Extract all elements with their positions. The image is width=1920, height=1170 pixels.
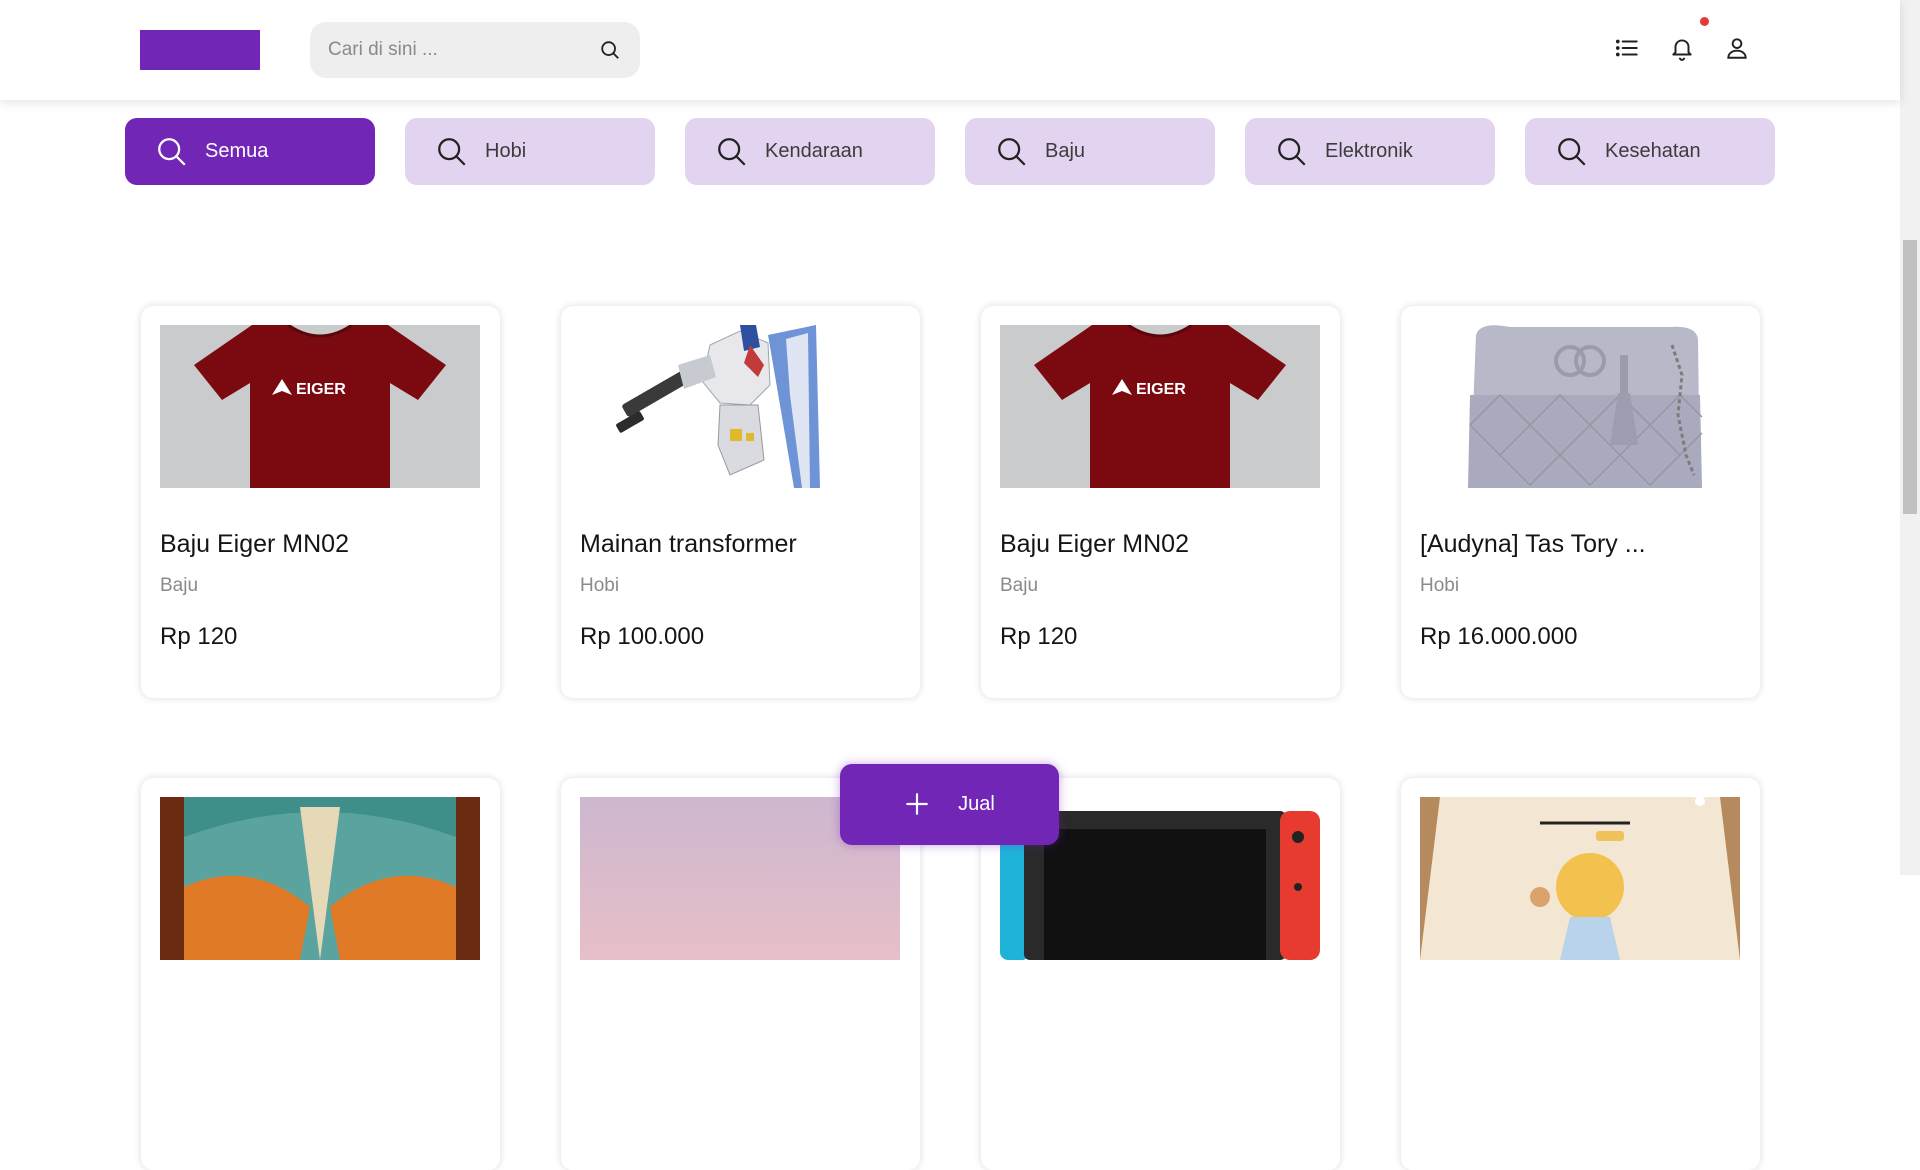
- product-price: Rp 100.000: [580, 623, 705, 650]
- product-name: Baju Eiger MN02: [160, 530, 349, 558]
- category-label: Kesehatan: [1605, 140, 1701, 162]
- category-label: Elektronik: [1325, 140, 1413, 162]
- category-filter-bar: Semua Hobi Kendaraan Baju Elektronik Kes…: [125, 118, 1775, 185]
- product-image-robot-figure: [580, 325, 900, 488]
- product-card[interactable]: [1401, 778, 1760, 1170]
- category-semua[interactable]: Semua: [125, 118, 375, 185]
- eiger-logo-text: EIGER: [1136, 381, 1186, 398]
- sell-button-label: Jual: [958, 793, 995, 815]
- product-name: Baju Eiger MN02: [1000, 530, 1189, 558]
- search-icon: [1555, 135, 1589, 169]
- search-icon: [155, 135, 189, 169]
- search-icon[interactable]: [598, 38, 622, 62]
- product-name: Mainan transformer: [580, 530, 797, 558]
- search-icon: [1275, 135, 1309, 169]
- product-image-red-tshirt: EIGER: [160, 325, 480, 488]
- category-label: Semua: [205, 140, 269, 162]
- bell-icon[interactable]: [1668, 34, 1696, 62]
- category-kendaraan[interactable]: Kendaraan: [685, 118, 935, 185]
- product-card[interactable]: Mainan transformer Hobi Rp 100.000: [561, 306, 920, 698]
- product-price: Rp 120: [160, 623, 238, 650]
- product-card[interactable]: EIGER Baju Eiger MN02 Baju Rp 120: [141, 306, 500, 698]
- product-image-grey-handbag: [1420, 325, 1740, 488]
- product-image-abstract-painting: [160, 797, 480, 960]
- list-icon[interactable]: [1613, 34, 1641, 62]
- user-icon[interactable]: [1723, 34, 1751, 62]
- scrollbar-thumb[interactable]: [1903, 240, 1917, 514]
- vertical-scrollbar[interactable]: [1900, 0, 1920, 875]
- product-category: Baju: [160, 575, 199, 596]
- search-bar[interactable]: [310, 22, 640, 78]
- category-label: Baju: [1045, 140, 1086, 162]
- product-name: [Audyna] Tas Tory ...: [1420, 530, 1646, 558]
- product-card[interactable]: [141, 778, 500, 1170]
- category-label: Kendaraan: [765, 140, 863, 162]
- notification-badge: [1700, 17, 1709, 26]
- search-input[interactable]: [328, 39, 598, 61]
- category-hobi[interactable]: Hobi: [405, 118, 655, 185]
- product-card[interactable]: [Audyna] Tas Tory ... Hobi Rp 16.000.000: [1401, 306, 1760, 698]
- product-image-red-tshirt: EIGER: [1000, 325, 1320, 488]
- search-icon: [435, 135, 469, 169]
- search-icon: [715, 135, 749, 169]
- sell-button[interactable]: Jual: [840, 764, 1059, 845]
- product-image-cartoon-sweater: [1420, 797, 1740, 960]
- plus-icon: [904, 787, 930, 823]
- product-category: Hobi: [580, 575, 620, 596]
- eiger-logo-text: EIGER: [296, 381, 346, 398]
- top-navbar: [0, 0, 1900, 100]
- category-baju[interactable]: Baju: [965, 118, 1215, 185]
- category-elektronik[interactable]: Elektronik: [1245, 118, 1495, 185]
- product-price: Rp 120: [1000, 623, 1078, 650]
- category-kesehatan[interactable]: Kesehatan: [1525, 118, 1775, 185]
- brand-logo[interactable]: [140, 30, 260, 70]
- search-icon: [995, 135, 1029, 169]
- product-card[interactable]: EIGER Baju Eiger MN02 Baju Rp 120: [981, 306, 1340, 698]
- product-category: Baju: [1000, 575, 1039, 596]
- product-category: Hobi: [1420, 575, 1460, 596]
- category-label: Hobi: [485, 140, 527, 162]
- product-price: Rp 16.000.000: [1420, 623, 1578, 650]
